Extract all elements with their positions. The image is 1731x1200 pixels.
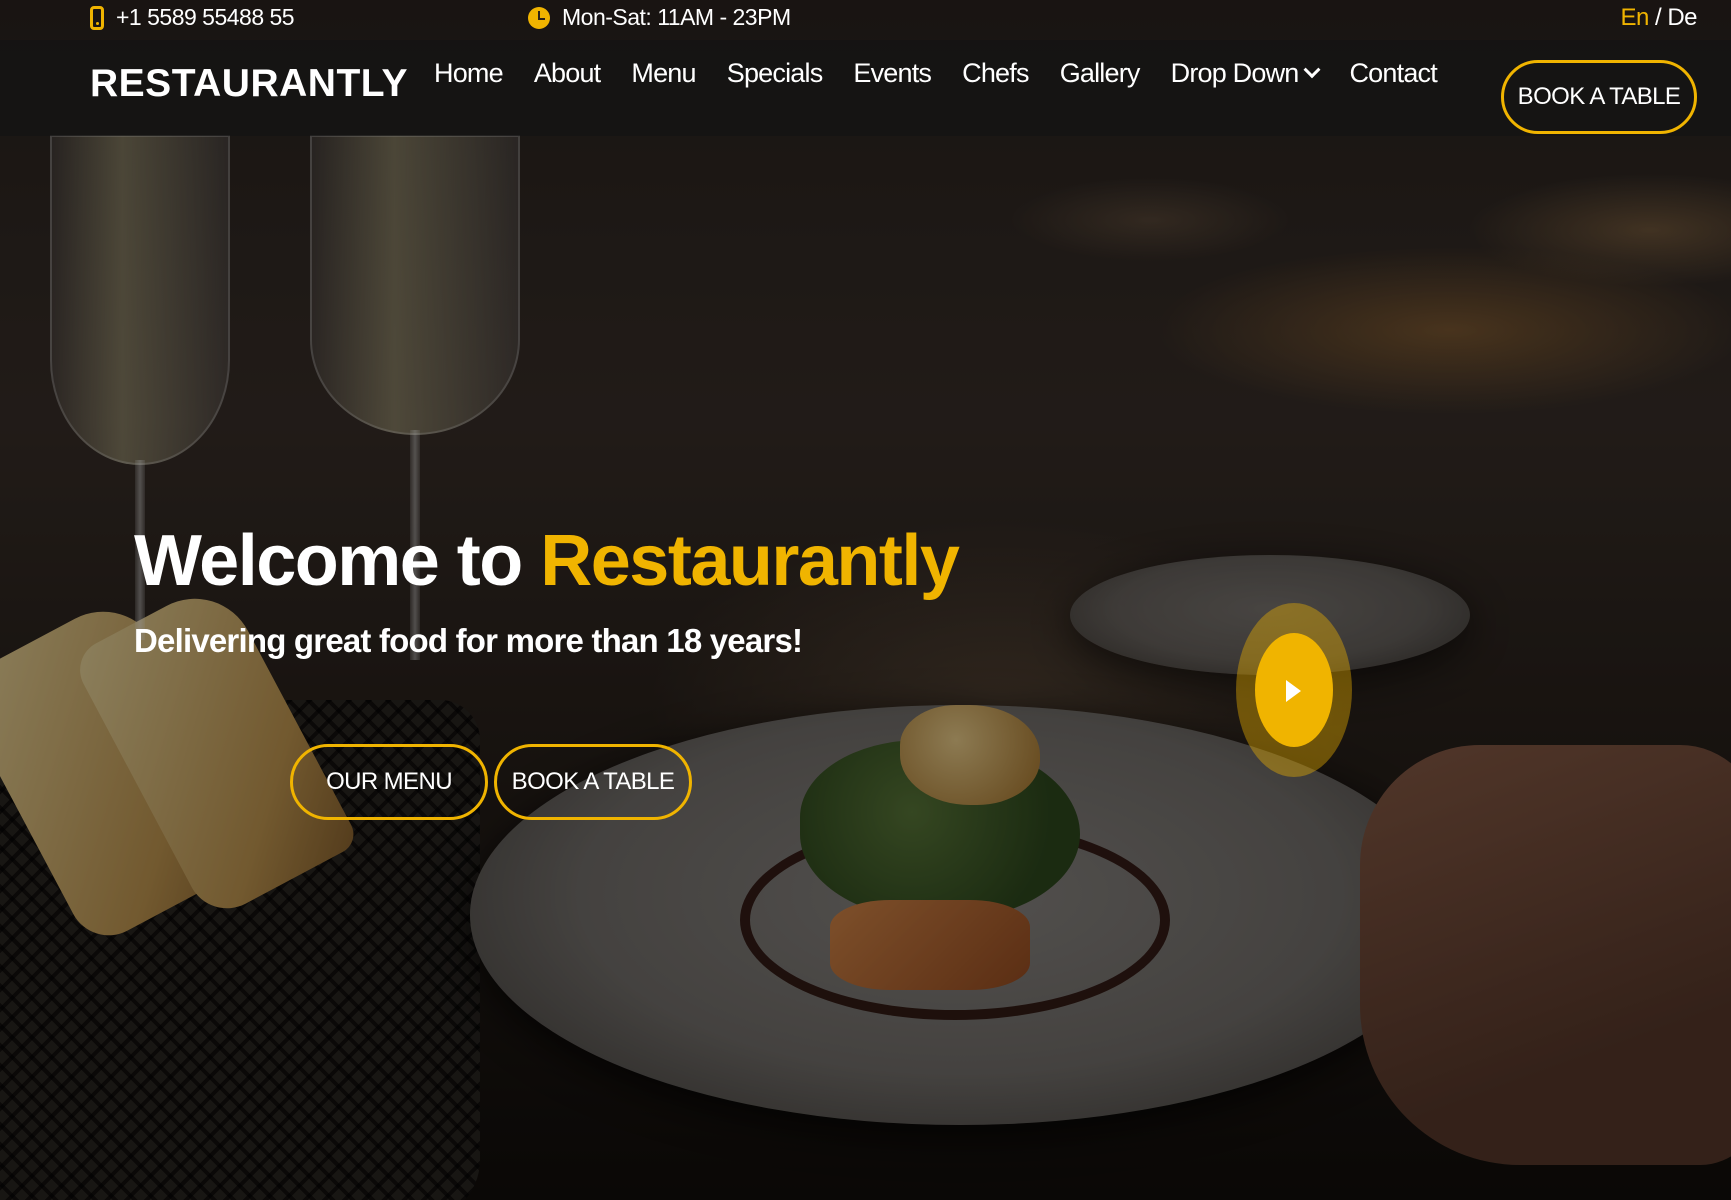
hero-title: Welcome to Restaurantly: [134, 520, 960, 602]
hero-title-brand: Restaurantly: [540, 521, 960, 601]
site-logo[interactable]: RESTAURANTLY: [90, 62, 408, 106]
nav-home[interactable]: Home: [434, 58, 504, 89]
nav-menu[interactable]: Menu: [631, 58, 696, 89]
mobile-phone-icon: [90, 5, 104, 30]
topbar-phone: +1 5589 55488 55: [90, 4, 295, 31]
page: +1 5589 55488 55 Mon-Sat: 11AM - 23PM En…: [0, 0, 1731, 1200]
hero-book-table-button[interactable]: BOOK A TABLE: [494, 744, 692, 820]
hero-title-prefix: Welcome to: [134, 521, 523, 601]
header: RESTAURANTLY Home About Menu Specials Ev…: [0, 40, 1731, 136]
nav-about[interactable]: About: [534, 58, 601, 89]
language-switcher: En / De: [1620, 4, 1697, 32]
lang-de-link[interactable]: De: [1667, 4, 1697, 31]
main-nav: Home About Menu Specials Events Chefs Ga…: [434, 58, 1438, 89]
nav-contact[interactable]: Contact: [1349, 58, 1437, 89]
clock-icon: [528, 6, 550, 29]
hero-subtitle: Delivering great food for more than 18 y…: [134, 622, 803, 659]
topbar-hours: Mon-Sat: 11AM - 23PM: [528, 4, 791, 31]
opening-hours: Mon-Sat: 11AM - 23PM: [562, 4, 791, 30]
play-icon: [1286, 680, 1301, 702]
our-menu-button[interactable]: OUR MENU: [290, 744, 488, 820]
lang-separator: /: [1654, 4, 1662, 31]
play-video-button[interactable]: [1236, 603, 1352, 777]
phone-number: +1 5589 55488 55: [116, 4, 295, 30]
nav-specials[interactable]: Specials: [727, 58, 823, 89]
topbar: +1 5589 55488 55 Mon-Sat: 11AM - 23PM En…: [0, 0, 1731, 40]
nav-events[interactable]: Events: [853, 58, 932, 89]
nav-dropdown-label: Drop Down: [1170, 58, 1300, 88]
nav-gallery[interactable]: Gallery: [1060, 58, 1141, 89]
chevron-down-icon: [1303, 60, 1321, 78]
nav-chefs[interactable]: Chefs: [962, 58, 1029, 89]
lang-en-link[interactable]: En: [1620, 4, 1649, 31]
header-book-table-button[interactable]: BOOK A TABLE: [1501, 60, 1697, 134]
nav-dropdown[interactable]: Drop Down: [1170, 58, 1321, 89]
